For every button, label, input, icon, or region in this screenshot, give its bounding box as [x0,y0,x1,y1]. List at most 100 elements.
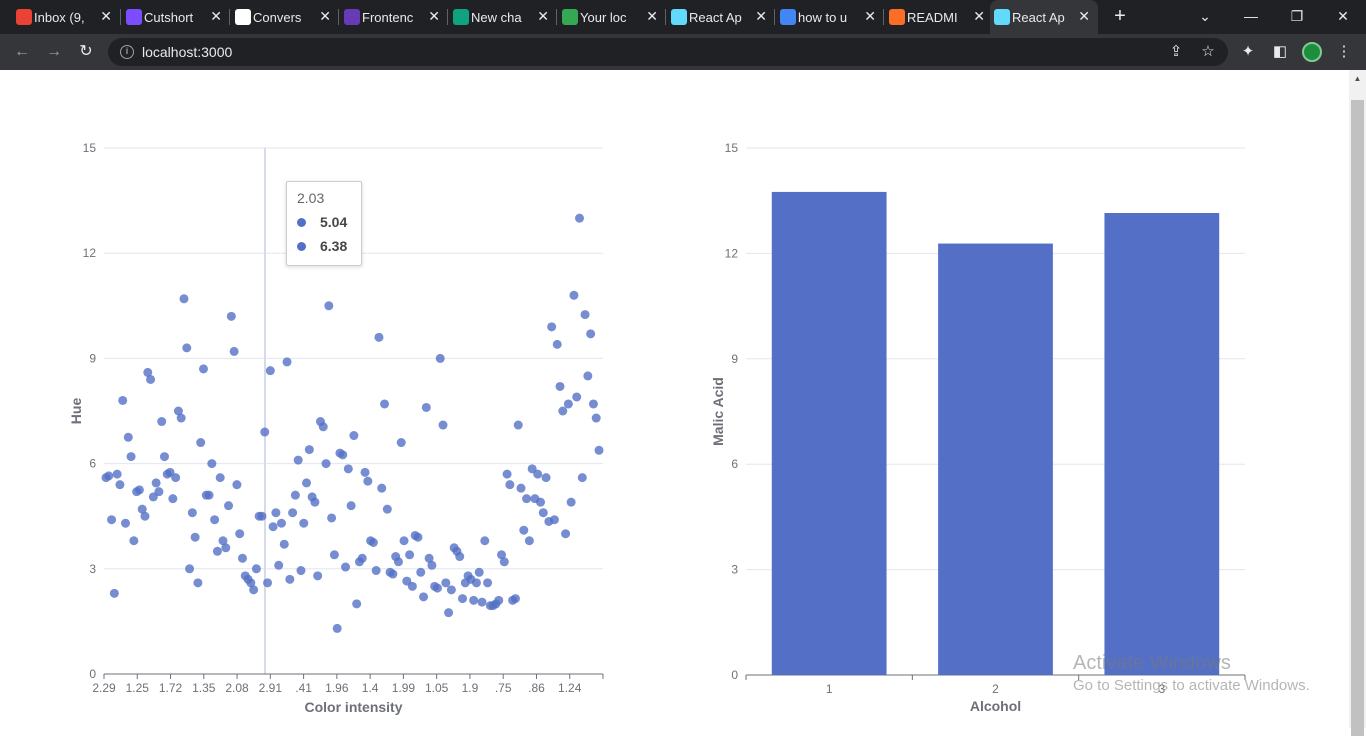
bar [938,243,1053,675]
scatter-point [343,464,353,474]
browser-tab[interactable]: Convers ✕ [231,0,339,34]
tab-close-icon[interactable]: ✕ [428,8,440,25]
tab-close-icon[interactable]: ✕ [319,8,331,25]
browser-tab[interactable]: Your loc ✕ [558,0,666,34]
tab-close-icon[interactable]: ✕ [1078,8,1090,25]
scatter-point [204,490,214,500]
tab-close-icon[interactable]: ✕ [537,8,549,25]
scatter-point [524,536,534,546]
activation-watermark-title: Activate Windows [1073,652,1231,674]
scatter-x-tick-label: 1.99 [392,681,416,695]
bar-x-tick-label: 1 [826,682,833,696]
scatter-point [115,480,125,490]
reload-icon[interactable]: ↻ [74,40,98,64]
browser-tab[interactable]: React Ap ✕ [667,0,775,34]
scroll-thumb[interactable] [1351,100,1364,736]
scatter-point [435,353,445,363]
scatter-point [313,571,323,581]
scatter-point [458,594,468,604]
browser-tab[interactable]: READMI ✕ [885,0,993,34]
scatter-point [477,597,487,607]
scatter-x-tick-label: .75 [495,681,512,695]
scatter-point [210,515,220,525]
scatter-point [176,413,186,423]
scatter-point [288,508,298,518]
scatter-point [290,490,300,500]
tab-title: READMI [907,9,958,25]
scatter-x-axis-title: Color intensity [304,699,402,715]
browser-tab[interactable]: Inbox (9, ✕ [12,0,120,34]
bar-y-tick-label: 6 [731,457,738,471]
scatter-point [341,562,351,572]
scatter-point [282,357,292,367]
new-tab-button[interactable]: + [1108,4,1132,28]
scatter-point [441,578,451,588]
tab-separator [338,9,339,25]
tab-favicon-icon [126,9,142,25]
close-window-button[interactable]: ✕ [1320,0,1366,34]
page-scrollbar[interactable]: ▲ [1349,70,1366,736]
scatter-point [499,557,509,567]
tab-close-icon[interactable]: ✕ [973,8,985,25]
scatter-point [471,578,481,588]
back-arrow-icon[interactable]: ← [10,40,34,64]
scatter-point [329,550,339,560]
scatter-x-tick-label: 1.35 [192,681,216,695]
scatter-point [249,585,259,595]
minimize-button[interactable]: — [1228,0,1274,34]
tab-favicon-icon [994,9,1010,25]
scatter-x-tick-label: 2.91 [259,681,283,695]
tab-title: Inbox (9, [34,9,85,25]
tab-close-icon[interactable]: ✕ [646,8,658,25]
scatter-point [360,467,370,477]
share-icon[interactable]: ⇪ [1164,40,1188,64]
scatter-point [302,478,312,488]
tab-search-icon[interactable]: ⌄ [1182,0,1228,34]
tab-close-icon[interactable]: ✕ [864,8,876,25]
scatter-tooltip: 2.03 5.04 6.38 [286,181,362,266]
scatter-point [494,595,504,605]
browser-tab[interactable]: Cutshort ✕ [122,0,230,34]
bookmark-star-icon[interactable]: ☆ [1196,40,1220,64]
browser-tab[interactable]: New cha ✕ [449,0,557,34]
tab-favicon-icon [671,9,687,25]
browser-tab[interactable]: Frontenc ✕ [340,0,448,34]
tab-close-icon[interactable]: ✕ [210,8,222,25]
extensions-puzzle-icon[interactable]: ✦ [1236,40,1260,64]
tab-favicon-icon [453,9,469,25]
bar [771,191,887,675]
scatter-point [207,459,217,469]
menu-kebab-icon[interactable]: ⋮ [1332,40,1356,64]
forward-arrow-icon[interactable]: → [42,40,66,64]
restore-button[interactable]: ❐ [1274,0,1320,34]
scatter-point [580,310,590,320]
address-bar[interactable]: i localhost:3000 [108,38,1228,66]
scatter-point [221,543,231,553]
scatter-point [538,508,548,518]
bar [1104,212,1220,675]
scroll-up-arrow-icon[interactable]: ▲ [1349,74,1366,83]
scatter-point [563,399,573,409]
scatter-y-tick-label: 9 [89,351,96,365]
tab-close-icon[interactable]: ✕ [100,8,112,25]
series-dot-icon [297,217,306,227]
scatter-point [419,592,429,602]
scatter-point [505,480,515,490]
bar-x-tick-label: 2 [992,682,999,696]
scatter-point [182,343,192,353]
scatter-point [502,469,512,479]
bar-y-axis-title: Malic Acid [710,377,726,446]
tab-close-icon[interactable]: ✕ [755,8,767,25]
profile-avatar[interactable] [1302,42,1322,62]
tab-favicon-icon [344,9,360,25]
tab-title: New cha [471,9,522,25]
browser-tab[interactable]: React Ap ✕ [990,0,1098,34]
scatter-point [107,515,117,525]
tooltip-title: 2.03 [297,190,325,206]
browser-tab[interactable]: how to u ✕ [776,0,884,34]
tab-separator [883,9,884,25]
tab-separator [229,9,230,25]
site-info-icon[interactable]: i [120,45,134,59]
side-panel-icon[interactable]: ◧ [1268,40,1292,64]
scatter-point [522,494,532,504]
